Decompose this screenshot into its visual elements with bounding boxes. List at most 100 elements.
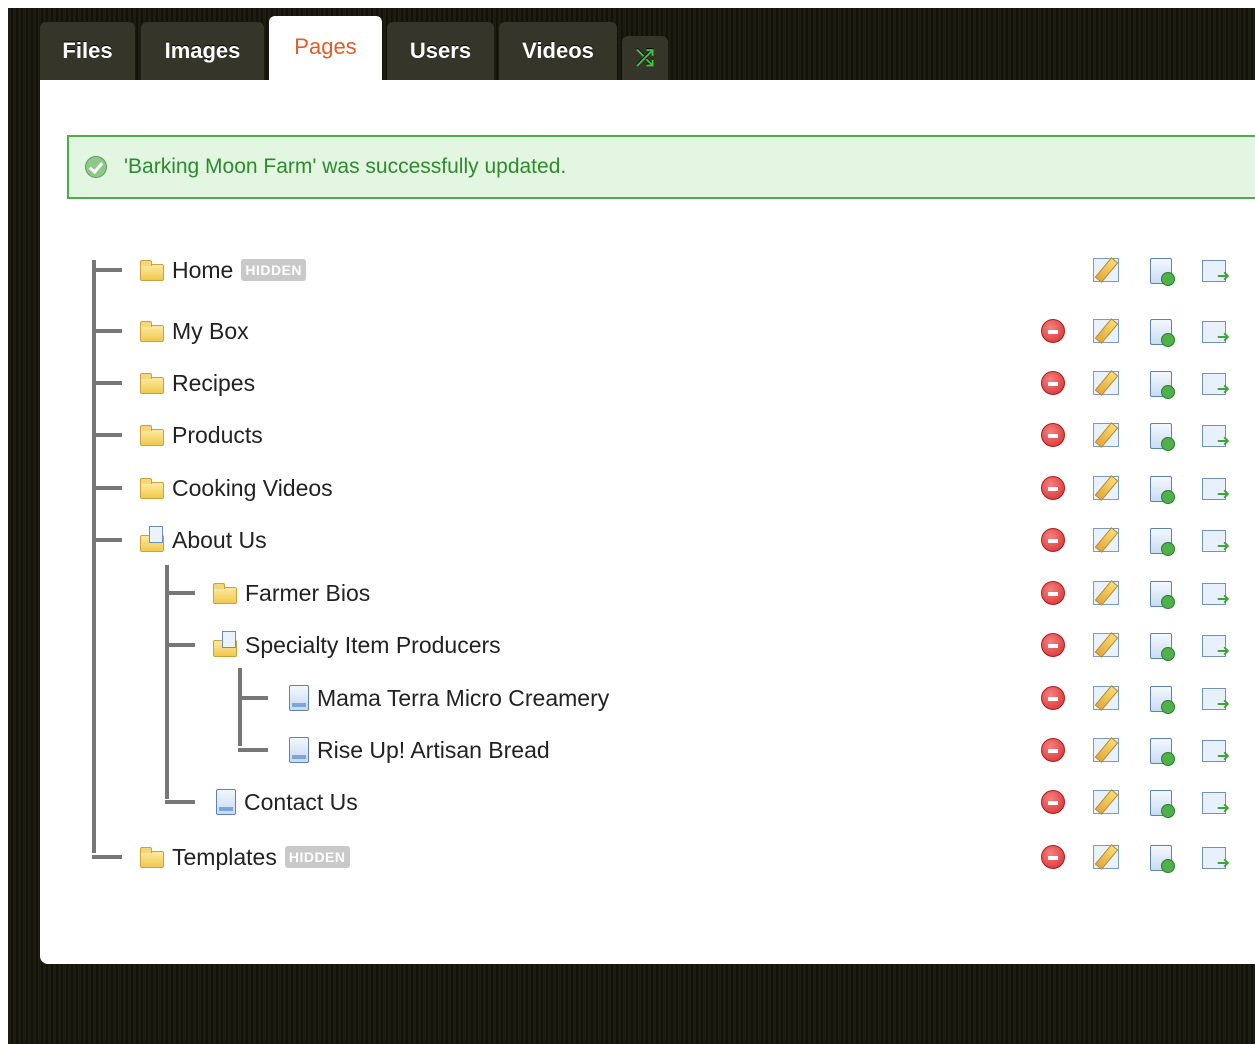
move-page-icon[interactable] [1202, 260, 1230, 285]
tree-row: Products [40, 411, 1255, 459]
add-page-icon[interactable] [1150, 581, 1175, 609]
tree-row: About Us [40, 516, 1255, 564]
edit-icon[interactable] [1093, 581, 1119, 605]
success-flash: 'Barking Moon Farm' was successfully upd… [67, 135, 1255, 199]
move-page-icon[interactable] [1202, 321, 1230, 346]
tree-node[interactable]: Home HIDDEN [140, 246, 307, 294]
page-title-link[interactable]: About Us [172, 527, 267, 554]
move-page-icon[interactable] [1202, 635, 1230, 660]
tree-connector [92, 381, 122, 385]
tree-connector [238, 696, 268, 700]
tree-row: My Box [40, 307, 1255, 355]
edit-icon[interactable] [1093, 633, 1119, 657]
move-page-icon[interactable] [1202, 847, 1230, 872]
page-title-link[interactable]: My Box [172, 318, 249, 345]
folder-icon [213, 582, 237, 604]
tree-node[interactable]: Templates HIDDEN [140, 833, 350, 881]
tree-connector [238, 748, 268, 752]
tree-node[interactable]: Contact Us [213, 778, 358, 826]
tree-row: Cooking Videos [40, 464, 1255, 512]
move-page-icon[interactable] [1202, 373, 1230, 398]
hidden-badge: HIDDEN [241, 259, 307, 281]
add-page-icon[interactable] [1150, 686, 1175, 714]
edit-icon[interactable] [1093, 258, 1119, 282]
delete-icon[interactable] [1041, 790, 1065, 814]
pages-panel: 'Barking Moon Farm' was successfully upd… [40, 80, 1255, 964]
edit-icon[interactable] [1093, 686, 1119, 710]
tree-row: Rise Up! Artisan Bread [40, 726, 1255, 774]
page-title-link[interactable]: Home [172, 257, 233, 284]
tree-node[interactable]: Recipes [140, 359, 255, 407]
add-page-icon[interactable] [1150, 845, 1175, 873]
tab-images[interactable]: Images [141, 22, 264, 80]
page-title-link[interactable]: Farmer Bios [245, 580, 370, 607]
tab-videos[interactable]: Videos [499, 22, 617, 80]
hidden-badge: HIDDEN [284, 846, 350, 868]
check-circle-icon [85, 156, 107, 178]
delete-icon[interactable] [1041, 423, 1065, 447]
edit-icon[interactable] [1093, 528, 1119, 552]
add-page-icon[interactable] [1150, 371, 1175, 399]
delete-icon[interactable] [1041, 319, 1065, 343]
add-page-icon[interactable] [1150, 633, 1175, 661]
add-page-icon[interactable] [1150, 790, 1175, 818]
tree-row: Templates HIDDEN [40, 833, 1255, 881]
move-page-icon[interactable] [1202, 740, 1230, 765]
tree-node[interactable]: About Us [140, 516, 267, 564]
flash-message: 'Barking Moon Farm' was successfully upd… [124, 155, 567, 178]
add-page-icon[interactable] [1150, 738, 1175, 766]
tree-node[interactable]: My Box [140, 307, 249, 355]
tree-node[interactable]: Cooking Videos [140, 464, 333, 512]
move-page-icon[interactable] [1202, 530, 1230, 555]
move-page-icon[interactable] [1202, 425, 1230, 450]
page-title-link[interactable]: Rise Up! Artisan Bread [317, 737, 550, 764]
move-page-icon[interactable] [1202, 478, 1230, 503]
edit-icon[interactable] [1093, 371, 1119, 395]
folder-page-icon [213, 630, 237, 657]
move-page-icon[interactable] [1202, 688, 1230, 713]
delete-icon[interactable] [1041, 581, 1065, 605]
page-title-link[interactable]: Cooking Videos [172, 475, 333, 502]
shuffle-icon[interactable]: ⤮ [622, 36, 668, 80]
tree-row: Specialty Item Producers [40, 621, 1255, 669]
add-page-icon[interactable] [1150, 476, 1175, 504]
edit-icon[interactable] [1093, 790, 1119, 814]
page-title-link[interactable]: Templates [172, 844, 277, 871]
tab-files[interactable]: Files [40, 22, 135, 80]
tree-node[interactable]: Specialty Item Producers [213, 621, 501, 669]
tree-node[interactable]: Farmer Bios [213, 569, 370, 617]
move-page-icon[interactable] [1202, 792, 1230, 817]
tab-pages[interactable]: Pages [269, 16, 382, 80]
edit-icon[interactable] [1093, 845, 1119, 869]
edit-icon[interactable] [1093, 319, 1119, 343]
page-title-link[interactable]: Specialty Item Producers [245, 632, 501, 659]
delete-icon[interactable] [1041, 686, 1065, 710]
edit-icon[interactable] [1093, 476, 1119, 500]
edit-icon[interactable] [1093, 738, 1119, 762]
folder-icon [140, 372, 164, 394]
folder-icon [140, 424, 164, 446]
folder-icon [140, 477, 164, 499]
delete-icon[interactable] [1041, 476, 1065, 500]
add-page-icon[interactable] [1150, 528, 1175, 556]
page-icon [289, 685, 309, 711]
delete-icon[interactable] [1041, 845, 1065, 869]
add-page-icon[interactable] [1150, 258, 1175, 286]
edit-icon[interactable] [1093, 423, 1119, 447]
page-title-link[interactable]: Recipes [172, 370, 255, 397]
add-page-icon[interactable] [1150, 423, 1175, 451]
tree-node[interactable]: Mama Terra Micro Creamery [286, 674, 609, 722]
delete-icon[interactable] [1041, 633, 1065, 657]
tab-users[interactable]: Users [387, 22, 494, 80]
move-page-icon[interactable] [1202, 583, 1230, 608]
delete-icon[interactable] [1041, 371, 1065, 395]
add-page-icon[interactable] [1150, 319, 1175, 347]
delete-icon[interactable] [1041, 528, 1065, 552]
tree-node[interactable]: Products [140, 411, 263, 459]
page-title-link[interactable]: Mama Terra Micro Creamery [317, 685, 609, 712]
page-title-link[interactable]: Products [172, 422, 263, 449]
tree-node[interactable]: Rise Up! Artisan Bread [286, 726, 550, 774]
page-title-link[interactable]: Contact Us [244, 789, 358, 816]
tree-row: Mama Terra Micro Creamery [40, 674, 1255, 722]
delete-icon[interactable] [1041, 738, 1065, 762]
